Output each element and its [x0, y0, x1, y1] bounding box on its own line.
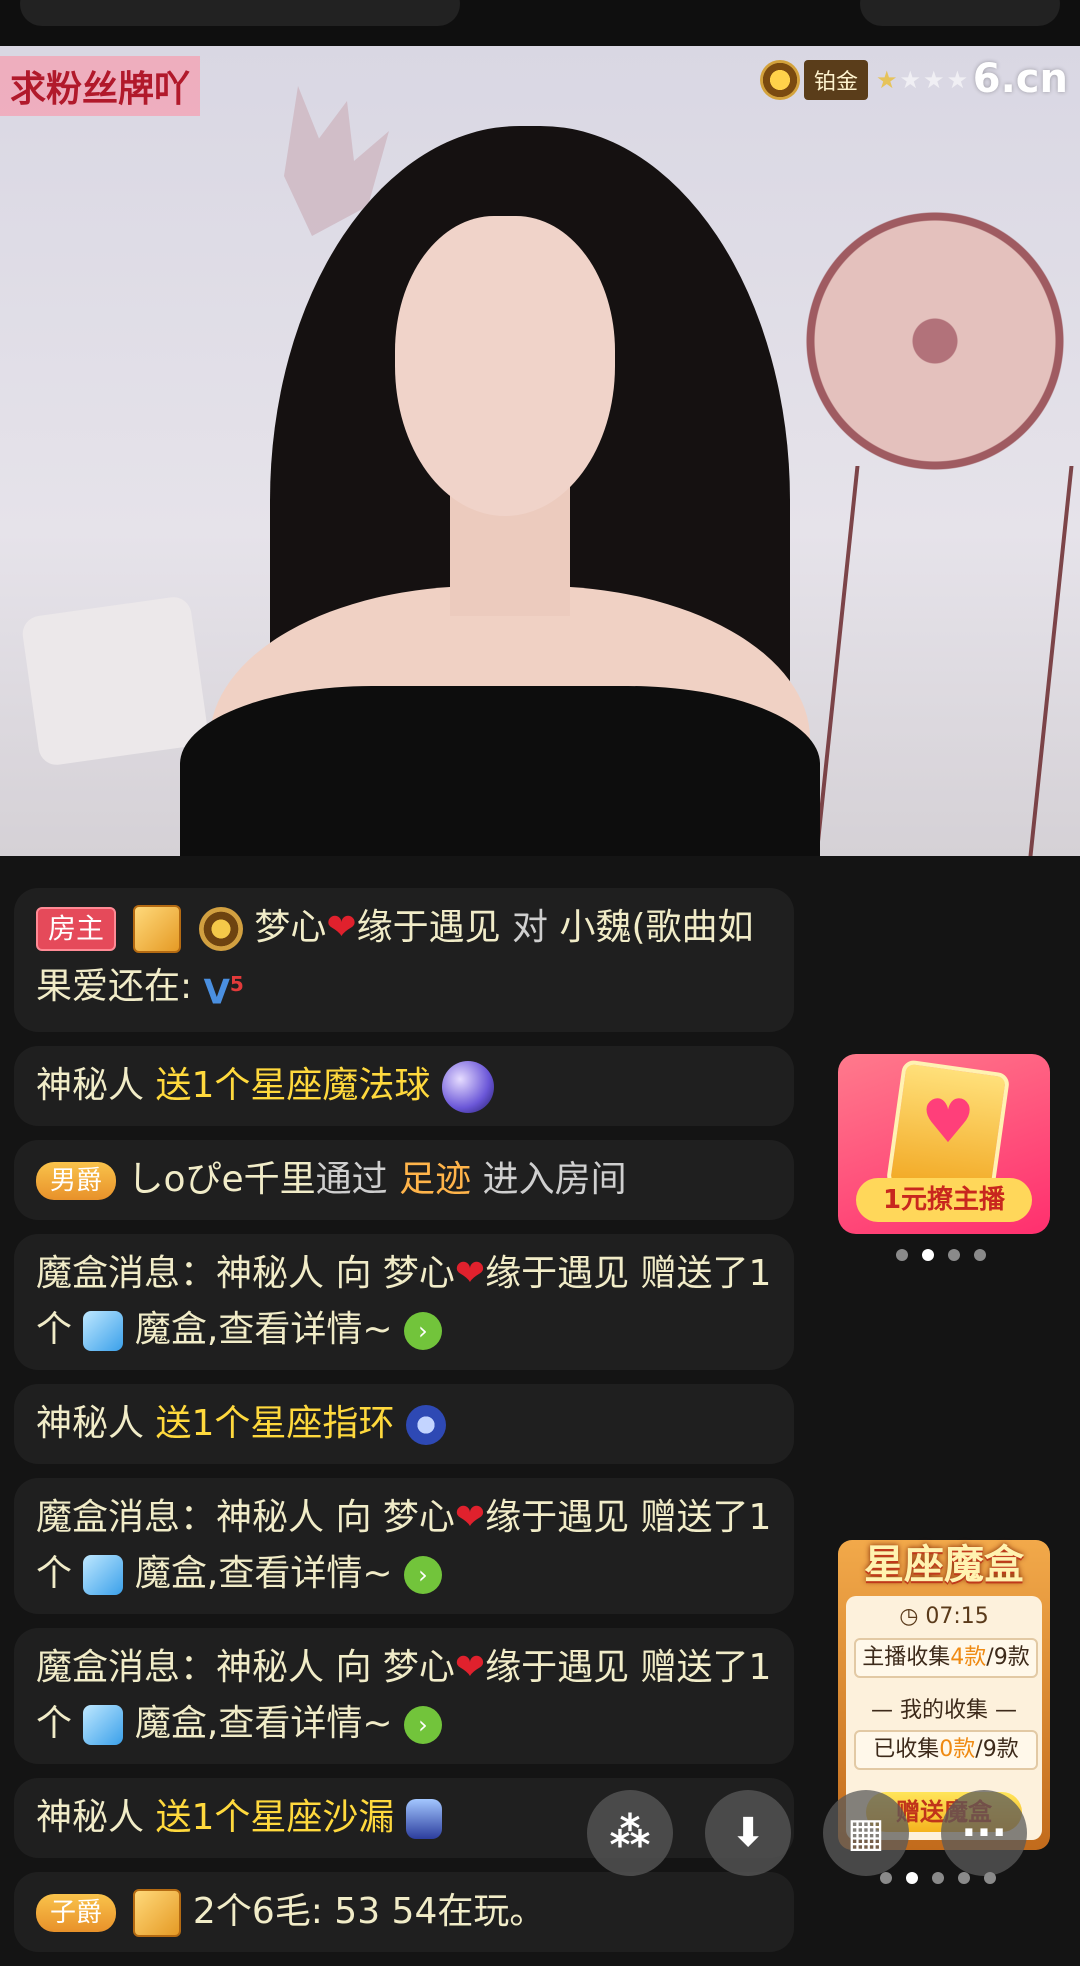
heart-icon: ❤ [454, 1647, 486, 1689]
pager-dot [974, 1249, 986, 1261]
download-icon: ⬇ [731, 1810, 765, 1856]
pager-dot [984, 1872, 996, 1884]
gift-text: 送1个星座沙漏 [155, 1797, 395, 1839]
clock-icon: ◷ [899, 1604, 919, 1629]
chat-message[interactable]: 神秘人 送1个星座指环 [14, 1384, 794, 1465]
chat-message[interactable]: 神秘人 送1个星座沙漏 [14, 1778, 794, 1859]
baron-tag: 男爵 [36, 1162, 117, 1201]
chat-username[interactable]: 梦心 [254, 907, 326, 948]
countdown: ◷ 07:15 [899, 1604, 989, 1629]
pager-dot [880, 1872, 892, 1884]
pager-dot [948, 1249, 960, 1261]
go-arrow-icon[interactable]: › [403, 1556, 442, 1595]
viscount-tag: 子爵 [36, 1894, 117, 1933]
hourglass-gift-icon [405, 1799, 442, 1840]
site-logo: 6.cn [972, 56, 1068, 102]
background-fan-stand [814, 466, 1074, 856]
chat-message[interactable]: 子爵 2个6毛: 53 54在玩。 [14, 1872, 794, 1953]
my-collection: 已收集0款/9款 [854, 1730, 1038, 1770]
view-details-link[interactable]: 魔盒,查看详情~ [135, 1553, 393, 1594]
streamer-clothing [180, 686, 820, 856]
view-details-link[interactable]: 魔盒,查看详情~ [135, 1309, 393, 1350]
heart-icon: ❤ [326, 907, 357, 948]
ring-gift-icon [405, 1405, 446, 1446]
chat-text: 魔盒消息：神秘人 向 梦心 [36, 1253, 455, 1295]
more-rooms-pill[interactable] [860, 0, 1060, 26]
heart-icon: ❤ [454, 1497, 486, 1539]
chat-verb: 通过 [315, 1159, 388, 1201]
magic-box-icon [83, 1311, 124, 1352]
fan-badge-request: 求粉丝牌吖 [0, 56, 201, 116]
chat-message[interactable]: 神秘人 送1个星座魔法球 [14, 1046, 794, 1127]
chat-username[interactable]: 神秘人 [36, 1065, 144, 1106]
widget-pager [880, 1872, 996, 1884]
chat-text: 进入房间 [482, 1159, 627, 1201]
pager-dot [958, 1872, 970, 1884]
top-bar [0, 0, 1080, 46]
share-button[interactable]: ⁂ [587, 1790, 673, 1876]
my-collection-label: — 我的收集 — [871, 1698, 1017, 1723]
background-fan [800, 206, 1070, 476]
chat-text: 魔盒消息：神秘人 向 梦心 [36, 1647, 455, 1689]
magic-box-icon [83, 1705, 124, 1746]
more-button[interactable]: ··· [941, 1790, 1027, 1876]
pager-dot-active [922, 1249, 934, 1261]
chat-message[interactable]: 房主 梦心❤缘于遇见 对 小魏(歌曲如果爱还在: V5 [14, 888, 794, 1033]
chat-message[interactable]: 男爵 しoぴe千里通过 足迹 进入房间 [14, 1140, 794, 1221]
chat-list[interactable]: 房主 梦心❤缘于遇见 对 小魏(歌曲如果爱还在: V5 神秘人 送1个星座魔法球… [14, 888, 794, 1966]
footprint-text: 足迹 [399, 1159, 472, 1201]
chat-username[interactable]: 神秘人 [36, 1797, 144, 1838]
chat-verb: 对 [512, 907, 549, 948]
medal-badge-icon [198, 907, 243, 951]
rank-medal-icon [760, 60, 800, 100]
chat-text: 2个6毛: 53 54在玩。 [192, 1891, 546, 1933]
magic-box-title: 星座魔盒 [864, 1542, 1024, 1588]
streamer-face [395, 216, 615, 516]
download-button[interactable]: ⬇ [705, 1790, 791, 1876]
avatar-badge-icon [133, 1889, 182, 1938]
rank-stars: ★★★★ [876, 66, 971, 94]
view-details-link[interactable]: 魔盒,查看详情~ [135, 1703, 393, 1744]
apps-button[interactable]: ▦ [823, 1790, 909, 1876]
fan-badge-text: 求粉丝牌吖 [10, 69, 191, 110]
host-tag: 房主 [36, 907, 117, 951]
pager-dot [896, 1249, 908, 1261]
vip-level-icon: V5 [203, 972, 244, 1013]
heart-icon: ♥ [921, 1087, 975, 1157]
chat-username[interactable]: しoぴe千里 [127, 1159, 315, 1200]
background-pillow [20, 594, 210, 768]
magic-ball-gift-icon [441, 1061, 494, 1114]
gift-text: 送1个星座魔法球 [155, 1065, 431, 1107]
magic-box-icon [83, 1555, 124, 1596]
chat-username-suffix[interactable]: 缘于遇见 [357, 907, 501, 948]
promo-label: 1元撩主播 [856, 1178, 1032, 1222]
chat-message[interactable]: 魔盒消息：神秘人 向 梦心❤缘于遇见 赠送了1个 魔盒,查看详情~ › [14, 1628, 794, 1765]
pager-dot-active [906, 1872, 918, 1884]
anchor-collection: 主播收集4款/9款 [854, 1638, 1038, 1678]
pager-dot [932, 1872, 944, 1884]
gift-text: 送1个星座指环 [155, 1403, 395, 1445]
chat-message[interactable]: 魔盒消息：神秘人 向 梦心❤缘于遇见 赠送了1个 魔盒,查看详情~ › [14, 1478, 794, 1615]
gold-badge-icon [133, 905, 182, 953]
grid-icon: ▦ [847, 1810, 885, 1856]
share-icon: ⁂ [609, 1810, 651, 1856]
promo-pager [896, 1249, 986, 1261]
promo-banner[interactable]: ♥ 1元撩主播 [838, 1054, 1050, 1234]
room-info-pill[interactable] [20, 0, 460, 26]
chat-username[interactable]: 神秘人 [36, 1403, 144, 1444]
chat-message[interactable]: 魔盒消息：神秘人 向 梦心❤缘于遇见 赠送了1个 魔盒,查看详情~ › [14, 1234, 794, 1371]
go-arrow-icon[interactable]: › [403, 1706, 442, 1745]
heart-icon: ❤ [454, 1253, 486, 1295]
chat-text: 魔盒消息：神秘人 向 梦心 [36, 1497, 455, 1539]
go-arrow-icon[interactable]: › [403, 1312, 442, 1351]
rank-label: 铂金 [804, 60, 869, 100]
live-video[interactable]: 求粉丝牌吖 铂金 ★★★★ 6.cn [0, 46, 1080, 856]
more-icon: ··· [961, 1810, 1007, 1856]
streamer-rank[interactable]: 铂金 ★★★★ [760, 58, 970, 102]
